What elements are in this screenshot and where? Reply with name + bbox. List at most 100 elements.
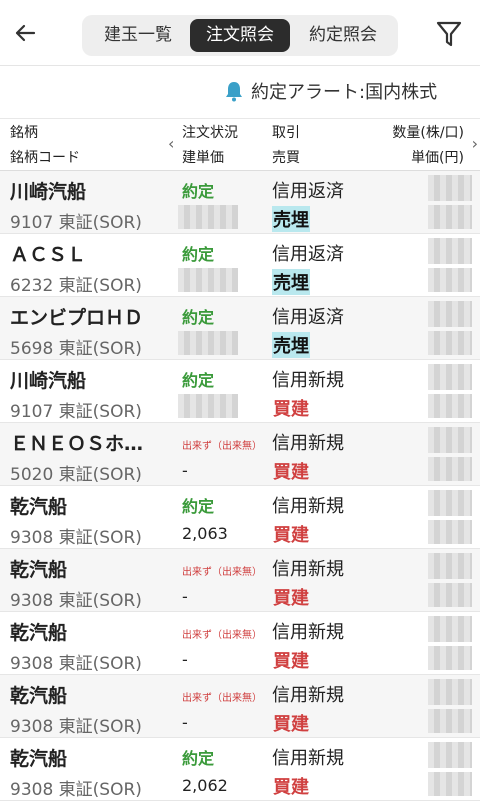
- tab-execution-inquiry[interactable]: 約定照会: [292, 19, 394, 52]
- order-status: 約定: [182, 497, 215, 516]
- trade-side: 買建: [273, 714, 309, 735]
- stock-name: 乾汽船: [10, 622, 68, 644]
- entry-price: 2,063: [182, 524, 228, 543]
- redacted-quantity: [428, 238, 472, 264]
- trade-side: 買建: [273, 651, 309, 672]
- redacted-unit-price: [428, 205, 472, 229]
- stock-code: 9308 東証(SOR): [10, 528, 142, 548]
- stock-code: 9308 東証(SOR): [10, 654, 142, 674]
- entry-price: -: [182, 461, 188, 480]
- trade-side: 売埋: [272, 269, 310, 295]
- redacted-price: [178, 331, 238, 355]
- top-bar: 建玉一覧 注文照会 約定照会: [0, 0, 480, 66]
- order-status: 出来ず（出来無）: [182, 630, 262, 641]
- redacted-unit-price: [428, 646, 472, 670]
- stock-code: 9107 東証(SOR): [10, 402, 142, 422]
- order-status: 約定: [182, 371, 215, 390]
- redacted-quantity: [428, 553, 472, 579]
- redacted-quantity: [428, 364, 472, 390]
- entry-price: 2,062: [182, 776, 228, 795]
- trade-side: 売埋: [272, 332, 310, 358]
- table-header: 銘柄 銘柄コード ‹ 注文状況 建単価 取引 売買 数量(株/口) 単価(円) …: [0, 118, 480, 171]
- trade-type: 信用新規: [272, 370, 344, 391]
- back-arrow-icon[interactable]: [10, 18, 40, 48]
- trade-type: 信用新規: [272, 433, 344, 454]
- order-row[interactable]: 乾汽船 9308 東証(SOR) 出来ず（出来無） - 信用新規 買建: [0, 675, 480, 738]
- order-status: 約定: [182, 308, 215, 327]
- col-code: 銘柄コード: [10, 150, 80, 166]
- alert-label: 約定アラート:国内株式: [251, 82, 438, 103]
- tab-order-inquiry[interactable]: 注文照会: [190, 19, 290, 52]
- stock-name: 川崎汽船: [10, 181, 87, 203]
- redacted-unit-price: [428, 520, 472, 544]
- col-qty: 数量(株/口): [392, 125, 464, 141]
- col-status: 注文状況: [182, 125, 238, 141]
- trade-type: 信用新規: [272, 559, 344, 580]
- trade-side: 買建: [273, 525, 309, 546]
- redacted-quantity: [428, 301, 472, 327]
- stock-code: 9308 東証(SOR): [10, 717, 142, 737]
- filter-icon[interactable]: [436, 20, 462, 48]
- redacted-quantity: [428, 742, 472, 768]
- col-unit-price: 単価(円): [411, 150, 464, 166]
- stock-code: 9308 東証(SOR): [10, 591, 142, 611]
- redacted-unit-price: [428, 583, 472, 607]
- trade-type: 信用返済: [272, 244, 344, 265]
- entry-price: -: [182, 587, 188, 606]
- stock-name: 乾汽船: [10, 748, 68, 770]
- order-row[interactable]: ＡＣＳＬ 6232 東証(SOR) 約定 信用返済売埋: [0, 234, 480, 297]
- redacted-unit-price: [428, 394, 472, 418]
- redacted-unit-price: [428, 709, 472, 733]
- tab-positions[interactable]: 建玉一覧: [88, 19, 188, 52]
- order-status: 出来ず（出来無）: [182, 567, 262, 578]
- order-row[interactable]: ＥＮＥＯＳホ… 5020 東証(SOR) 出来ず（出来無） - 信用新規 買建: [0, 423, 480, 486]
- trade-type: 信用新規: [272, 748, 344, 769]
- stock-name: 乾汽船: [10, 685, 68, 707]
- stock-code: 5698 東証(SOR): [10, 339, 142, 359]
- order-status: 出来ず（出来無）: [182, 693, 262, 704]
- order-status: 約定: [182, 245, 215, 264]
- order-row[interactable]: 乾汽船 9308 東証(SOR) 約定 2,063 信用新規 買建: [0, 486, 480, 549]
- order-row[interactable]: 乾汽船 9308 東証(SOR) 出来ず（出来無） - 信用新規買建: [0, 549, 480, 612]
- redacted-price: [178, 205, 238, 229]
- stock-name: 川崎汽船: [10, 370, 87, 392]
- order-row[interactable]: 乾汽船 9308 東証(SOR) 約定 2,062 信用新規買建: [0, 738, 480, 801]
- order-row[interactable]: 川崎汽船 9107 東証(SOR) 約定 信用新規 買建: [0, 360, 480, 423]
- trade-side: 買建: [273, 588, 309, 609]
- trade-type: 信用新規: [272, 496, 344, 517]
- redacted-quantity: [428, 427, 472, 453]
- order-row[interactable]: 川崎汽船 9107 東証(SOR) 約定 信用返済売埋: [0, 171, 480, 234]
- stock-code: 5020 東証(SOR): [10, 465, 142, 485]
- stock-code: 6232 東証(SOR): [10, 276, 142, 296]
- col-side: 売買: [272, 150, 300, 166]
- redacted-quantity: [428, 679, 472, 705]
- stock-name: 乾汽船: [10, 559, 68, 581]
- redacted-unit-price: [428, 772, 472, 796]
- stock-code: 9107 東証(SOR): [10, 213, 142, 233]
- order-row[interactable]: 乾汽船 9308 東証(SOR) 出来ず（出来無） - 信用新規買建: [0, 612, 480, 675]
- redacted-price: [178, 394, 238, 418]
- scroll-left-icon[interactable]: ‹: [168, 134, 174, 153]
- redacted-price: [178, 268, 238, 292]
- redacted-unit-price: [428, 457, 472, 481]
- order-status: 約定: [182, 182, 215, 201]
- trade-side: 買建: [273, 777, 309, 798]
- trade-type: 信用新規: [272, 622, 344, 643]
- segment-control: 建玉一覧 注文照会 約定照会: [82, 15, 398, 56]
- redacted-quantity: [428, 616, 472, 642]
- redacted-unit-price: [428, 331, 472, 355]
- stock-name: エンビプロＨＤ: [10, 307, 144, 329]
- scroll-right-icon[interactable]: ›: [472, 134, 478, 153]
- redacted-unit-price: [428, 268, 472, 292]
- trade-side: 売埋: [272, 206, 310, 232]
- stock-name: ＥＮＥＯＳホ…: [10, 433, 144, 455]
- trade-type: 信用返済: [272, 181, 344, 202]
- stock-name: ＡＣＳＬ: [10, 244, 87, 266]
- col-name: 銘柄: [10, 125, 38, 141]
- col-price: 建単価: [182, 150, 224, 166]
- order-row[interactable]: エンビプロＨＤ 5698 東証(SOR) 約定 信用返済 売埋: [0, 297, 480, 360]
- order-status: 約定: [182, 749, 215, 768]
- execution-alert-bar[interactable]: 約定アラート:国内株式: [0, 66, 480, 118]
- entry-price: -: [182, 650, 188, 669]
- stock-code: 9308 東証(SOR): [10, 780, 142, 800]
